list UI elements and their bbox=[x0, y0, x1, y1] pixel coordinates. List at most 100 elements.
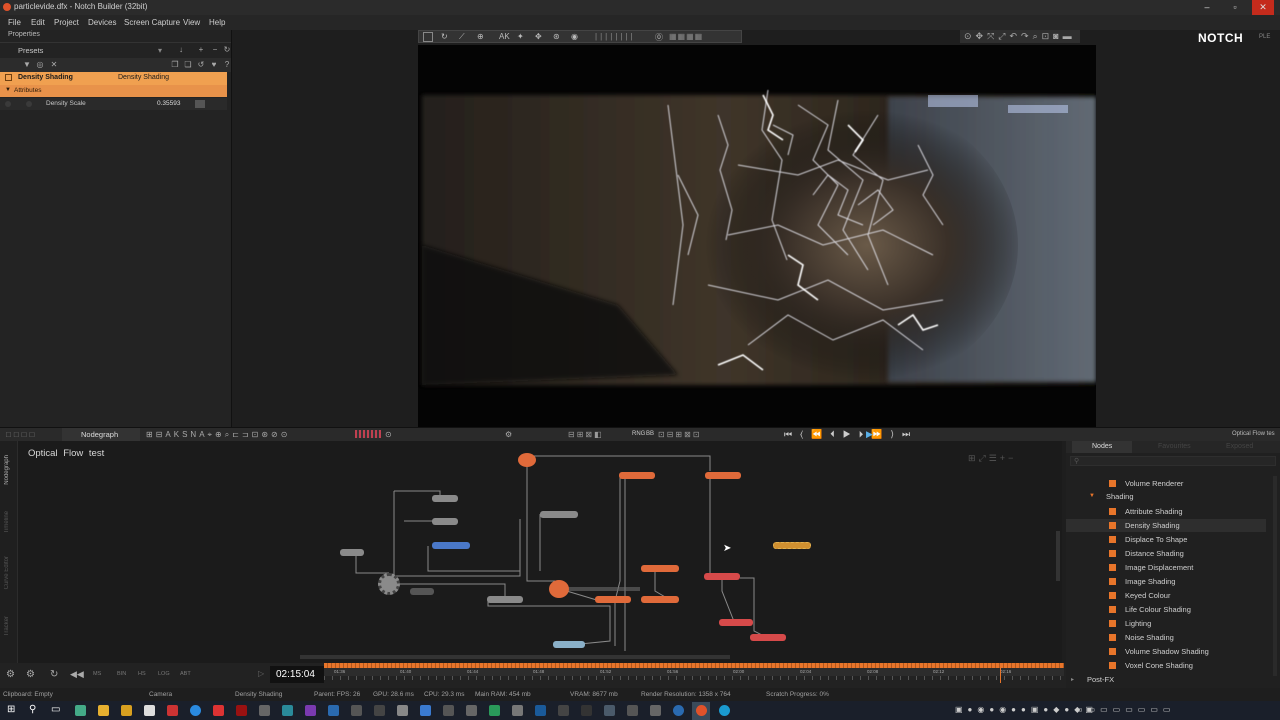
search-taskbar-icon[interactable]: ⚲ bbox=[29, 704, 36, 715]
graph-node[interactable] bbox=[487, 596, 523, 603]
reset-icon[interactable]: ↺ bbox=[196, 60, 206, 70]
notch-taskbar-icon[interactable] bbox=[696, 705, 707, 716]
menu-view[interactable]: View bbox=[183, 18, 200, 27]
app-icon-18[interactable] bbox=[558, 705, 569, 716]
tree-item-displace-to-shape[interactable]: Displace To Shape bbox=[1109, 534, 1269, 547]
tree-item-life-colour-shading[interactable]: Life Colour Shading bbox=[1109, 604, 1269, 617]
tree-item-image-displacement[interactable]: Image Displacement bbox=[1109, 562, 1269, 575]
tree-item-volume-renderer[interactable]: Volume Renderer bbox=[1109, 478, 1269, 491]
refresh-icon[interactable]: ↻ bbox=[222, 45, 232, 55]
render-option-icons[interactable]: ⊟⊞⊠◧ bbox=[568, 430, 604, 439]
graph-node[interactable] bbox=[432, 495, 458, 502]
tree-item-voxel-cone-shading[interactable]: Voxel Cone Shading bbox=[1109, 660, 1269, 673]
graph-node[interactable] bbox=[340, 549, 364, 556]
tab-exposed[interactable]: Exposed bbox=[1226, 443, 1253, 450]
timeline-gear-icon[interactable]: ⚙ bbox=[26, 669, 35, 680]
folder-icon[interactable] bbox=[98, 705, 109, 716]
app-icon-7[interactable] bbox=[305, 705, 316, 716]
timeline-button-bin[interactable]: BIN bbox=[117, 671, 126, 677]
snap-icon[interactable]: ⊛ bbox=[553, 32, 560, 41]
delete-icon[interactable]: − bbox=[210, 45, 220, 55]
ak-icon[interactable]: AK bbox=[499, 32, 510, 41]
graph-node-selected[interactable] bbox=[432, 542, 470, 549]
target-icon[interactable]: ◎ bbox=[35, 60, 45, 70]
graph-node[interactable] bbox=[704, 573, 740, 580]
app-icon-21[interactable] bbox=[627, 705, 638, 716]
chrome-icon[interactable] bbox=[190, 705, 201, 716]
menu-project[interactable]: Project bbox=[54, 18, 79, 27]
app-icon-23[interactable] bbox=[673, 705, 684, 716]
add-icon[interactable]: + bbox=[196, 45, 206, 55]
tree-item-volume-shadow-shading[interactable]: Volume Shadow Shading bbox=[1109, 646, 1269, 659]
graph-node-disconnected[interactable] bbox=[773, 542, 811, 549]
task-view-icon[interactable]: ▭ bbox=[51, 704, 60, 715]
app-icon-1[interactable] bbox=[75, 705, 86, 716]
render-viewport[interactable] bbox=[418, 45, 1096, 427]
zero-icon[interactable]: ⓪ bbox=[655, 32, 663, 43]
tool-strip-icons[interactable]: |||||||| bbox=[595, 32, 636, 41]
gear-node-icon[interactable] bbox=[378, 573, 400, 595]
timeline-button-hs[interactable]: HS bbox=[138, 671, 146, 677]
timeline-button-log[interactable]: LOG bbox=[158, 671, 170, 677]
app-icon-11[interactable] bbox=[397, 705, 408, 716]
app-icon-9[interactable] bbox=[351, 705, 362, 716]
tab-favourites[interactable]: Favourites bbox=[1158, 443, 1191, 450]
tree-item-density-shading[interactable]: Density Shading bbox=[1109, 520, 1269, 533]
bb-label[interactable]: BB bbox=[646, 431, 654, 437]
vertical-scrollbar[interactable] bbox=[1056, 531, 1060, 581]
app-icon-13[interactable] bbox=[443, 705, 454, 716]
notepad-icon[interactable] bbox=[144, 705, 155, 716]
copy-icon[interactable]: ❐ bbox=[170, 60, 180, 70]
menu-file[interactable]: File bbox=[8, 18, 21, 27]
settings-icon[interactable]: ⚙ bbox=[505, 430, 512, 439]
timeline-button-ms[interactable]: MS bbox=[93, 671, 101, 677]
app-icon-10[interactable] bbox=[374, 705, 385, 716]
app-icon-8[interactable] bbox=[328, 705, 339, 716]
camera-icon[interactable]: ◉ bbox=[571, 32, 578, 41]
loop-icon[interactable]: ↻ bbox=[50, 669, 58, 680]
app-icon-5[interactable] bbox=[259, 705, 270, 716]
app-icon-17[interactable] bbox=[535, 705, 546, 716]
play-icon[interactable]: ▶ bbox=[866, 429, 873, 440]
node-search-input[interactable] bbox=[1070, 456, 1276, 466]
app-icon-16[interactable] bbox=[512, 705, 523, 716]
gear-small-icon[interactable]: ⊙ bbox=[385, 430, 392, 439]
clear-icon[interactable]: ✕ bbox=[49, 60, 59, 70]
graph-node-output[interactable] bbox=[549, 580, 569, 598]
heart-icon[interactable]: ♥ bbox=[209, 60, 219, 70]
nodegraph-tool-icons[interactable]: ⊞⊟AKSNA⌖⊕⌕⊏⊐⊡⊛⊘⊙ bbox=[146, 430, 290, 440]
app-icon-19[interactable] bbox=[581, 705, 592, 716]
rewind-icon[interactable]: ◀◀ bbox=[70, 669, 84, 680]
timeline-ruler[interactable] bbox=[324, 668, 1064, 676]
app-icon-3[interactable] bbox=[213, 705, 224, 716]
tab-nodes[interactable]: Nodes bbox=[1092, 443, 1112, 450]
graph-node[interactable] bbox=[432, 518, 458, 525]
nodes-scrollbar[interactable] bbox=[1273, 476, 1277, 676]
graph-node[interactable] bbox=[410, 588, 434, 595]
menu-screen-capture[interactable]: Screen Capture bbox=[124, 18, 180, 27]
graph-node[interactable] bbox=[540, 511, 578, 518]
app-icon-2[interactable] bbox=[121, 705, 132, 716]
post-fx-expand-icon[interactable]: ▸ bbox=[1071, 676, 1074, 683]
graph-node[interactable] bbox=[750, 634, 786, 641]
paste-icon[interactable]: ❏ bbox=[183, 60, 193, 70]
panel-layout-icons[interactable]: □□□□ bbox=[6, 430, 37, 439]
presets-dropdown-icon[interactable]: ▾ bbox=[158, 46, 162, 55]
tree-group-shading[interactable]: Shading bbox=[1106, 492, 1134, 501]
app-icon-15[interactable] bbox=[489, 705, 500, 716]
color-strip-icon[interactable] bbox=[355, 430, 381, 438]
skype-icon[interactable] bbox=[719, 705, 730, 716]
menu-devices[interactable]: Devices bbox=[88, 18, 116, 27]
app-icon-20[interactable] bbox=[604, 705, 615, 716]
download-icon[interactable]: ↓ bbox=[176, 45, 186, 55]
tree-item-image-shading[interactable]: Image Shading bbox=[1109, 576, 1269, 589]
graph-node[interactable] bbox=[553, 641, 585, 648]
tree-item-attribute-shading[interactable]: Attribute Shading bbox=[1109, 506, 1269, 519]
param-value[interactable]: 0.35593 bbox=[157, 100, 181, 107]
tree-group-post-fx[interactable]: Post-FX bbox=[1087, 675, 1114, 684]
tree-item-keyed-colour[interactable]: Keyed Colour bbox=[1109, 590, 1269, 603]
horizontal-scrollbar[interactable] bbox=[300, 655, 730, 659]
playhead[interactable] bbox=[1000, 663, 1001, 683]
app-icon-22[interactable] bbox=[650, 705, 661, 716]
tree-item-noise-shading[interactable]: Noise Shading bbox=[1109, 632, 1269, 645]
